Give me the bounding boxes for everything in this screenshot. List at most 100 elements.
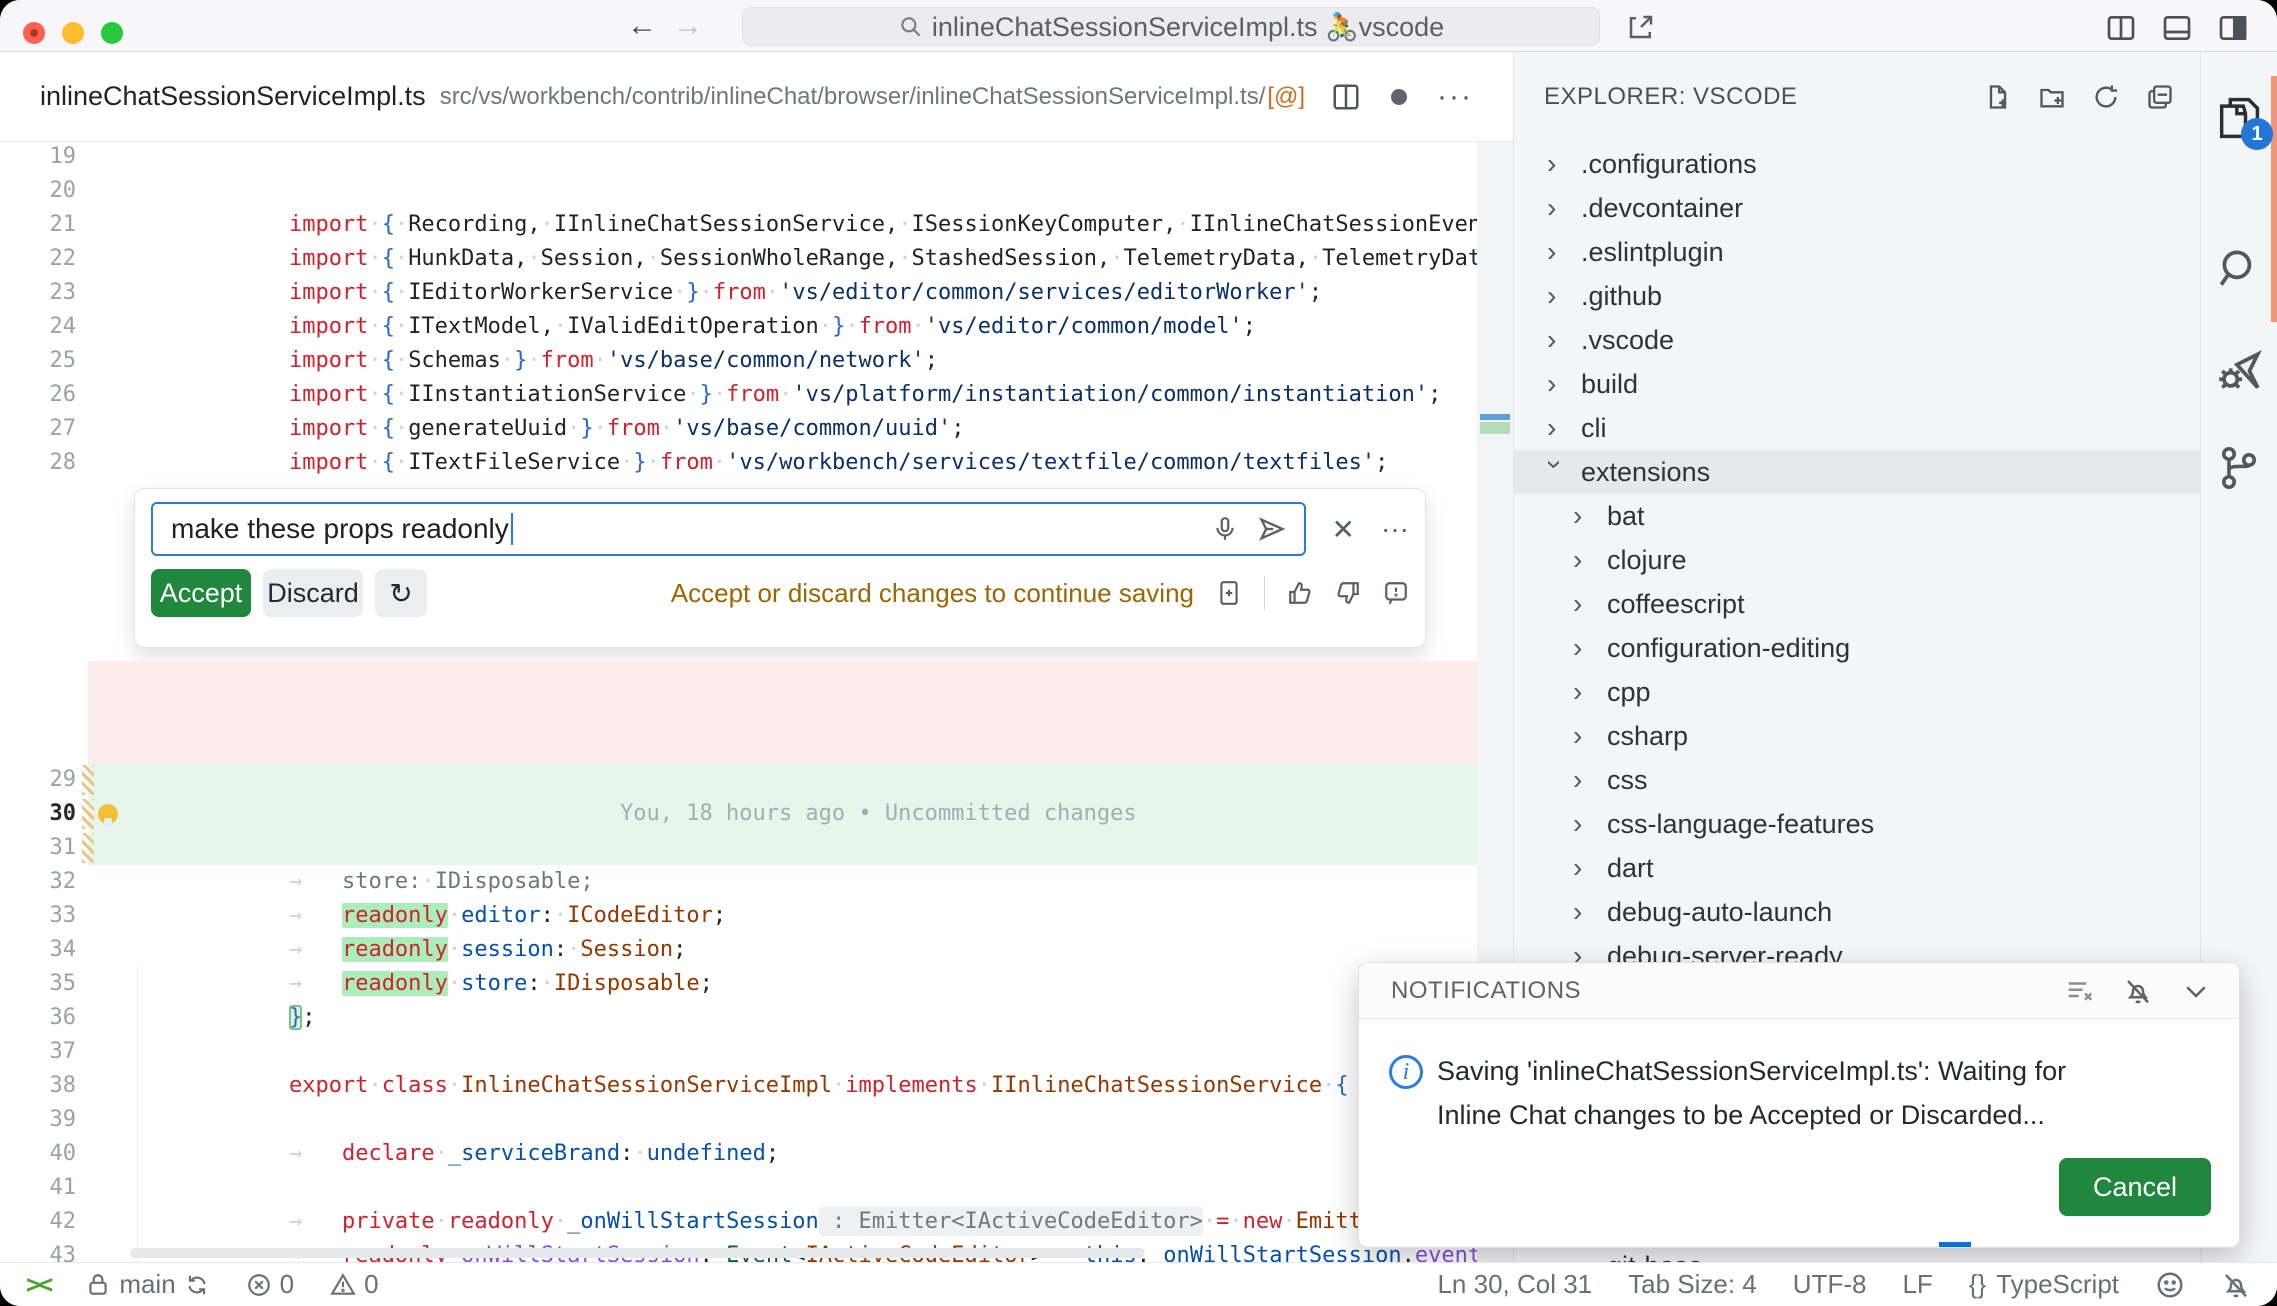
notifications-bell-slash-icon[interactable] [2221, 1270, 2251, 1300]
code-line[interactable]: 36 →declare·_serviceBrand:·undefined; [0, 1001, 1477, 1035]
tree-item[interactable]: › css [1514, 758, 2200, 802]
line-number[interactable]: 31 [0, 831, 76, 865]
tree-item[interactable]: › bat [1514, 494, 2200, 538]
line-number[interactable]: 26 [0, 378, 76, 412]
line-number[interactable]: 23 [0, 276, 76, 310]
tab-filename[interactable]: inlineChatSessionServiceImpl.ts [40, 81, 426, 112]
tree-item[interactable]: › extensions [1514, 450, 2200, 494]
split-editor-icon[interactable] [1331, 82, 1361, 112]
feedback-smiley-icon[interactable] [2155, 1270, 2185, 1300]
code-line[interactable]: 31 →readonly·store:·IDisposable; [0, 831, 1477, 865]
code-line[interactable]: 33 [0, 899, 1477, 933]
code-line[interactable]: 23 import·{·Schemas·}·from·'vs/base/comm… [0, 276, 1477, 310]
line-number[interactable]: 27 [0, 412, 76, 446]
chat-input[interactable]: make these props readonly [151, 502, 1306, 556]
tree-item[interactable]: › build [1514, 362, 2200, 406]
send-icon[interactable] [1258, 515, 1286, 543]
tab-size[interactable]: Tab Size: 4 [1628, 1269, 1757, 1300]
line-number[interactable]: 40 [0, 1137, 76, 1171]
line-number[interactable]: 35 [0, 967, 76, 1001]
tree-item[interactable]: › debug-auto-launch [1514, 890, 2200, 934]
line-number[interactable]: 34 [0, 933, 76, 967]
split-vertical-icon[interactable] [2105, 12, 2137, 44]
close-icon[interactable]: ✕ [1332, 513, 1355, 546]
code-line[interactable]: 40 [0, 1137, 1477, 1171]
collapse-all-icon[interactable] [2146, 83, 2174, 111]
line-number[interactable]: 32 [0, 865, 76, 899]
code-line[interactable]: 20 import·{·HunkData,·Session,·SessionWh… [0, 174, 1477, 208]
line-number[interactable]: 20 [0, 174, 76, 208]
report-issue-icon[interactable] [1383, 580, 1409, 606]
code-line[interactable]: 24 import·{·IInstantiationService·}·from… [0, 310, 1477, 344]
line-number[interactable]: 29 [0, 763, 76, 797]
code-editor[interactable]: 19 import·{·Recording,·IInlineChatSessio… [0, 142, 1513, 1262]
line-number[interactable]: 36 [0, 1001, 76, 1035]
lightbulb-icon[interactable] [98, 804, 118, 824]
tree-item[interactable]: › .vscode [1514, 318, 2200, 362]
thumbs-down-icon[interactable] [1335, 580, 1361, 606]
code-line[interactable]: 19 import·{·Recording,·IInlineChatSessio… [0, 142, 1477, 174]
branch-status[interactable]: main [85, 1269, 209, 1300]
forward-arrow-icon[interactable]: → [668, 6, 708, 46]
cursor-position[interactable]: Ln 30, Col 31 [1437, 1269, 1592, 1300]
new-folder-icon[interactable] [2038, 83, 2066, 111]
address-search-bar[interactable]: inlineChatSessionServiceImpl.ts 🚴vscode [742, 7, 1600, 46]
cancel-button[interactable]: Cancel [2059, 1158, 2211, 1216]
warnings-status[interactable]: 0 [330, 1269, 378, 1300]
line-number[interactable]: 39 [0, 1103, 76, 1137]
tree-item[interactable]: › .configurations [1514, 142, 2200, 186]
line-number[interactable]: 19 [0, 142, 76, 174]
more-actions-icon[interactable]: ··· [1437, 80, 1473, 114]
line-number[interactable]: 43 [0, 1239, 76, 1262]
line-number[interactable]: 25 [0, 344, 76, 378]
language-mode[interactable]: {} TypeScript [1969, 1269, 2119, 1300]
code-line[interactable]: 27 [0, 412, 1477, 446]
chat-more-icon[interactable]: ··· [1381, 513, 1409, 545]
code-line[interactable]: 32 }; [0, 865, 1477, 899]
rerun-request-icon[interactable]: ↻ [375, 569, 427, 617]
search-view-icon[interactable] [2214, 244, 2264, 294]
back-arrow-icon[interactable]: ← [622, 6, 662, 46]
line-number[interactable]: 28 [0, 446, 76, 480]
code-line[interactable]: 28 type·SessionData·=·{ [0, 446, 1477, 480]
chevron-down-icon[interactable] [2181, 976, 2211, 1006]
unsaved-changes-dot[interactable] [1391, 89, 1407, 105]
code-line[interactable]: 35 [0, 967, 1477, 1001]
close-window-button[interactable] [23, 22, 45, 44]
line-number[interactable]: 30 [0, 797, 76, 831]
tree-item[interactable]: › .eslintplugin [1514, 230, 2200, 274]
code-line[interactable]: 21 import·{·IEditorWorkerService·}·from·… [0, 208, 1477, 242]
tree-item[interactable]: › .devcontainer [1514, 186, 2200, 230]
line-number[interactable]: 21 [0, 208, 76, 242]
code-line[interactable]: 39 →readonly·onWillStartSession:·Event<I… [0, 1103, 1477, 1137]
open-external-icon[interactable] [1626, 12, 1656, 42]
thumbs-up-icon[interactable] [1287, 580, 1313, 606]
source-control-view-icon[interactable] [2215, 444, 2263, 492]
run-debug-view-icon[interactable] [2214, 348, 2264, 398]
tree-item[interactable]: › cpp [1514, 670, 2200, 714]
code-line[interactable]: 34 export·class·InlineChatSessionService… [0, 933, 1477, 967]
line-number[interactable]: 38 [0, 1069, 76, 1103]
line-number[interactable]: 22 [0, 242, 76, 276]
zoom-window-button[interactable] [101, 22, 123, 44]
remote-indicator-icon[interactable]: >< [26, 1270, 49, 1300]
line-number[interactable]: 24 [0, 310, 76, 344]
horizontal-scrollbar[interactable] [130, 1248, 1145, 1258]
line-number[interactable]: 42 [0, 1205, 76, 1239]
accept-button[interactable]: Accept [151, 569, 251, 617]
code-line[interactable]: 41 →private·readonly·_onDidMoveSession :… [0, 1171, 1477, 1205]
minimize-window-button[interactable] [62, 22, 84, 44]
tree-item[interactable]: › csharp [1514, 714, 2200, 758]
line-number[interactable]: 41 [0, 1171, 76, 1205]
code-line[interactable]: 26 import·{·ITextFileService·}·from·'vs/… [0, 378, 1477, 412]
line-number[interactable]: 33 [0, 899, 76, 933]
do-not-disturb-icon[interactable] [2123, 976, 2153, 1006]
code-line[interactable]: →editor:·ICodeEditor; [0, 661, 1477, 695]
code-line[interactable]: 22 import·{·ITextModel,·IValidEditOperat… [0, 242, 1477, 276]
tree-item[interactable]: › cli [1514, 406, 2200, 450]
tree-item[interactable]: › configuration-editing [1514, 626, 2200, 670]
errors-status[interactable]: 0 [246, 1269, 294, 1300]
report-document-icon[interactable] [1216, 580, 1242, 606]
clear-all-notifications-icon[interactable] [2065, 976, 2095, 1006]
code-line[interactable]: 42 →readonly·onDidMoveSession:·Event<IIn… [0, 1205, 1477, 1239]
